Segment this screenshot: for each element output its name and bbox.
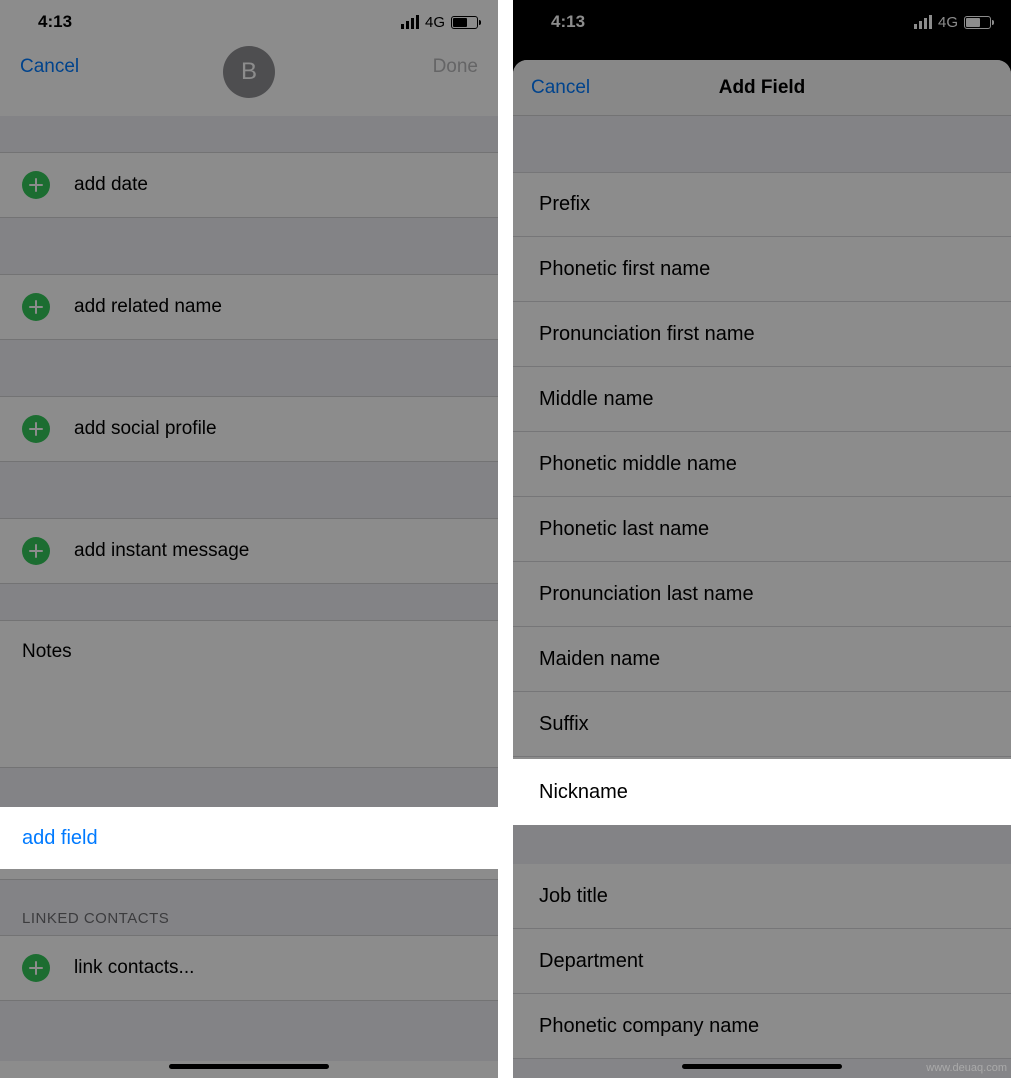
battery-icon bbox=[451, 16, 478, 29]
row-label: add related name bbox=[74, 296, 222, 318]
edit-contact-screen: 4:13 4G Cancel B Done add date add bbox=[0, 0, 498, 1078]
add-instant-message-row[interactable]: add instant message bbox=[0, 518, 498, 584]
row-label: link contacts... bbox=[74, 957, 194, 979]
field-label: Nickname bbox=[539, 781, 628, 804]
sheet-body: Prefix Phonetic first name Pronunciation… bbox=[513, 172, 1011, 1059]
signal-icon bbox=[401, 15, 419, 29]
plus-icon bbox=[22, 171, 50, 199]
link-contacts-row[interactable]: link contacts... bbox=[0, 935, 498, 1001]
field-middle-name[interactable]: Middle name bbox=[513, 367, 1011, 432]
row-label: Notes bbox=[22, 641, 72, 663]
plus-icon bbox=[22, 954, 50, 982]
field-pronunciation-first-name[interactable]: Pronunciation first name bbox=[513, 302, 1011, 367]
add-field-label: add field bbox=[22, 827, 98, 850]
done-button[interactable]: Done bbox=[433, 56, 478, 78]
notes-row[interactable]: Notes bbox=[0, 620, 498, 768]
sheet-title: Add Field bbox=[719, 77, 806, 99]
nav-header: Cancel B Done bbox=[0, 44, 498, 96]
plus-icon bbox=[22, 537, 50, 565]
add-field-row[interactable]: add field bbox=[0, 807, 498, 869]
section-gap bbox=[0, 462, 498, 518]
row-label: add date bbox=[74, 174, 148, 196]
field-department[interactable]: Department bbox=[513, 929, 1011, 994]
section-gap bbox=[0, 218, 498, 274]
section-gap bbox=[0, 116, 498, 152]
section-gap bbox=[513, 822, 1011, 864]
add-related-name-row[interactable]: add related name bbox=[0, 274, 498, 340]
plus-icon bbox=[22, 415, 50, 443]
status-bar: 4:13 4G bbox=[0, 0, 498, 44]
add-field-sheet: Cancel Add Field Prefix Phonetic first n… bbox=[513, 60, 1011, 1078]
add-date-row[interactable]: add date bbox=[0, 152, 498, 218]
field-job-title[interactable]: Job title bbox=[513, 864, 1011, 929]
status-right: 4G bbox=[401, 14, 478, 31]
status-bar: 4:13 4G bbox=[513, 0, 1011, 44]
home-indicator[interactable] bbox=[682, 1064, 842, 1069]
signal-icon bbox=[914, 15, 932, 29]
section-gap bbox=[513, 116, 1011, 172]
cancel-button[interactable]: Cancel bbox=[531, 77, 590, 99]
cancel-button[interactable]: Cancel bbox=[20, 56, 79, 78]
status-time: 4:13 bbox=[551, 12, 585, 32]
section-gap bbox=[0, 584, 498, 620]
watermark: www.deuaq.com bbox=[926, 1062, 1007, 1074]
status-time: 4:13 bbox=[38, 12, 72, 32]
row-label: add instant message bbox=[74, 540, 249, 562]
plus-icon bbox=[22, 293, 50, 321]
field-phonetic-middle-name[interactable]: Phonetic middle name bbox=[513, 432, 1011, 497]
field-maiden-name[interactable]: Maiden name bbox=[513, 627, 1011, 692]
field-phonetic-first-name[interactable]: Phonetic first name bbox=[513, 237, 1011, 302]
home-indicator[interactable] bbox=[169, 1064, 329, 1069]
network-label: 4G bbox=[938, 14, 958, 31]
status-right: 4G bbox=[914, 14, 991, 31]
linked-contacts-header: LINKED CONTACTS bbox=[0, 880, 498, 935]
field-suffix[interactable]: Suffix bbox=[513, 692, 1011, 757]
add-social-profile-row[interactable]: add social profile bbox=[0, 396, 498, 462]
row-label: add social profile bbox=[74, 418, 217, 440]
field-pronunciation-last-name[interactable]: Pronunciation last name bbox=[513, 562, 1011, 627]
section-gap bbox=[0, 340, 498, 396]
field-phonetic-last-name[interactable]: Phonetic last name bbox=[513, 497, 1011, 562]
avatar[interactable]: B bbox=[223, 46, 275, 98]
sheet-header: Cancel Add Field bbox=[513, 60, 1011, 116]
field-prefix[interactable]: Prefix bbox=[513, 172, 1011, 237]
add-field-screen: 4:13 4G Cancel Add Field Prefix Phonetic… bbox=[513, 0, 1011, 1078]
battery-icon bbox=[964, 16, 991, 29]
network-label: 4G bbox=[425, 14, 445, 31]
field-nickname[interactable]: Nickname bbox=[513, 759, 1011, 825]
field-phonetic-company-name[interactable]: Phonetic company name bbox=[513, 994, 1011, 1059]
